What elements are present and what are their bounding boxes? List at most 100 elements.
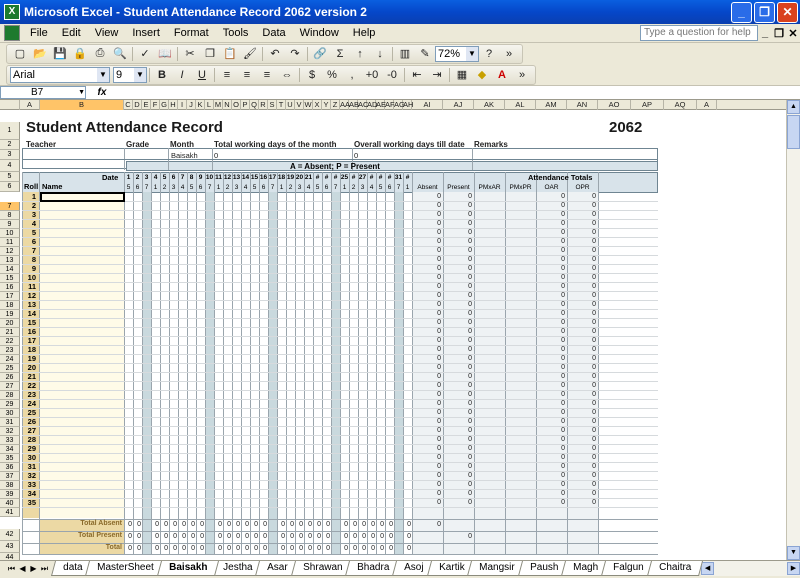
help-search-input[interactable]: Type a question for help	[640, 25, 758, 41]
row-header-11[interactable]: 11	[0, 238, 20, 247]
row-header-22[interactable]: 22	[0, 337, 20, 346]
close-button[interactable]: ✕	[777, 1, 798, 23]
column-header-ah[interactable]: AH	[403, 100, 413, 110]
sort-descending-icon[interactable]: ↓	[370, 45, 390, 63]
column-header-ao[interactable]: AO	[598, 100, 631, 110]
row-header-5[interactable]: 5	[0, 172, 20, 182]
menu-format[interactable]: Format	[167, 27, 216, 39]
column-header-al[interactable]: AL	[505, 100, 536, 110]
row-header-29[interactable]: 29	[0, 400, 20, 409]
cut-icon[interactable]: ✂	[180, 45, 200, 63]
doc-minimize-button[interactable]: _	[758, 27, 772, 39]
column-header-ad[interactable]: AD	[367, 100, 377, 110]
autosum-icon[interactable]: Σ	[330, 45, 350, 63]
fill-color-icon[interactable]: ◆	[472, 66, 492, 84]
row-header-31[interactable]: 31	[0, 418, 20, 427]
column-header-c[interactable]: C	[124, 100, 133, 110]
scroll-left-icon[interactable]: ◀	[701, 562, 715, 575]
column-header-d[interactable]: D	[133, 100, 142, 110]
percent-icon[interactable]: %	[322, 66, 342, 84]
borders-icon[interactable]: ▦	[452, 66, 472, 84]
permission-icon[interactable]: 🔒	[70, 45, 90, 63]
menu-file[interactable]: File	[23, 27, 55, 39]
column-header-w[interactable]: W	[304, 100, 313, 110]
column-header-g[interactable]: G	[160, 100, 169, 110]
menu-tools[interactable]: Tools	[216, 27, 256, 39]
menu-insert[interactable]: Insert	[125, 27, 167, 39]
toolbar-options-icon[interactable]: »	[499, 45, 519, 63]
column-header-z[interactable]: Z	[331, 100, 340, 110]
save-icon[interactable]: 💾	[50, 45, 70, 63]
row-header-30[interactable]: 30	[0, 409, 20, 418]
column-header-q[interactable]: Q	[250, 100, 259, 110]
column-header-ap[interactable]: AP	[631, 100, 664, 110]
column-header-n[interactable]: N	[223, 100, 232, 110]
font-color-icon[interactable]: A	[492, 66, 512, 84]
menu-data[interactable]: Data	[255, 27, 292, 39]
decrease-decimal-icon[interactable]: -0	[382, 66, 402, 84]
column-header-r[interactable]: R	[259, 100, 268, 110]
format-painter-icon[interactable]: 🖌	[240, 45, 260, 63]
first-sheet-icon[interactable]: ⏮	[6, 561, 17, 576]
column-header-y[interactable]: Y	[322, 100, 331, 110]
row-header-39[interactable]: 39	[0, 490, 20, 499]
row-header-21[interactable]: 21	[0, 328, 20, 337]
column-header-e[interactable]: E	[142, 100, 151, 110]
row-header-10[interactable]: 10	[0, 229, 20, 238]
align-left-icon[interactable]: ≡	[217, 66, 237, 84]
row-header-3[interactable]: 3	[0, 150, 20, 160]
copy-icon[interactable]: ❐	[200, 45, 220, 63]
spelling-icon[interactable]: ✓	[135, 45, 155, 63]
column-header-f[interactable]: F	[151, 100, 160, 110]
month-value[interactable]: Baisakh	[171, 151, 198, 160]
column-header-u[interactable]: U	[286, 100, 295, 110]
toolbar-options-icon[interactable]: »	[512, 66, 532, 84]
italic-icon[interactable]: I	[172, 66, 192, 84]
column-header-ak[interactable]: AK	[474, 100, 505, 110]
drawing-icon[interactable]: ✎	[415, 45, 435, 63]
row-header-19[interactable]: 19	[0, 310, 20, 319]
increase-decimal-icon[interactable]: +0	[362, 66, 382, 84]
column-header-a[interactable]: A	[697, 100, 717, 110]
row-header-27[interactable]: 27	[0, 382, 20, 391]
scroll-thumb[interactable]	[787, 115, 800, 149]
row-header-33[interactable]: 33	[0, 436, 20, 445]
select-all-corner[interactable]	[0, 100, 20, 110]
sheet-tab-baisakh[interactable]: Baisakh	[157, 561, 220, 576]
column-header-v[interactable]: V	[295, 100, 304, 110]
row-header-25[interactable]: 25	[0, 364, 20, 373]
column-header-j[interactable]: J	[187, 100, 196, 110]
row-header-37[interactable]: 37	[0, 472, 20, 481]
column-header-o[interactable]: O	[232, 100, 241, 110]
row-header-13[interactable]: 13	[0, 256, 20, 265]
column-header-ab[interactable]: AB	[349, 100, 359, 110]
row-header-42[interactable]: 42	[0, 529, 20, 541]
column-header-a[interactable]: A	[20, 100, 40, 110]
prev-sheet-icon[interactable]: ◀	[17, 561, 28, 576]
column-header-m[interactable]: M	[214, 100, 223, 110]
column-header-h[interactable]: H	[169, 100, 178, 110]
row-header-36[interactable]: 36	[0, 463, 20, 472]
excel-app-icon[interactable]: X	[4, 4, 20, 20]
active-cell-b7[interactable]	[40, 192, 125, 202]
new-icon[interactable]: ▢	[10, 45, 30, 63]
column-header-ai[interactable]: AI	[412, 100, 443, 110]
row-header-26[interactable]: 26	[0, 373, 20, 382]
menu-help[interactable]: Help	[346, 27, 383, 39]
row-header-24[interactable]: 24	[0, 355, 20, 364]
row-header-20[interactable]: 20	[0, 319, 20, 328]
undo-icon[interactable]: ↶	[265, 45, 285, 63]
column-header-l[interactable]: L	[205, 100, 214, 110]
column-header-t[interactable]: T	[277, 100, 286, 110]
align-right-icon[interactable]: ≡	[257, 66, 277, 84]
sheet-tab-chaitra[interactable]: Chaitra	[646, 561, 704, 576]
doc-close-button[interactable]: ✕	[786, 27, 800, 40]
row-header-35[interactable]: 35	[0, 454, 20, 463]
row-header-16[interactable]: 16	[0, 283, 20, 292]
underline-icon[interactable]: U	[192, 66, 212, 84]
merge-center-icon[interactable]: ⇔	[277, 66, 297, 84]
row-header-18[interactable]: 18	[0, 301, 20, 310]
row-header-38[interactable]: 38	[0, 481, 20, 490]
minimize-button[interactable]: _	[731, 1, 752, 23]
column-header-k[interactable]: K	[196, 100, 205, 110]
